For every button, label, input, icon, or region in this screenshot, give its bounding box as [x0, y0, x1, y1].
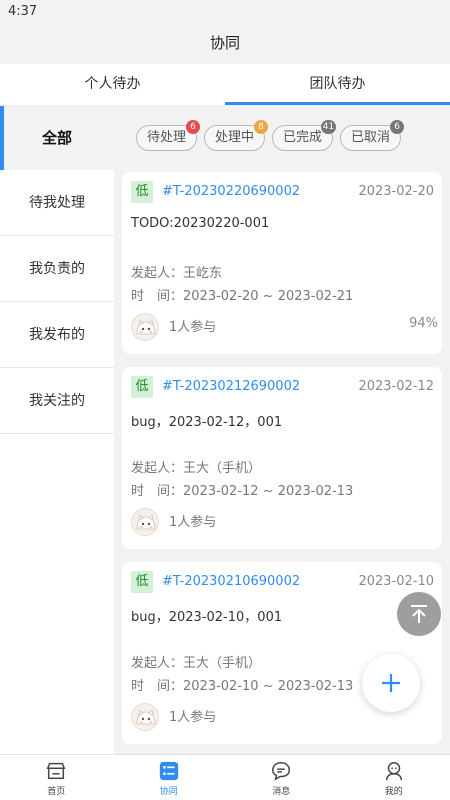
back-to-top-button[interactable]	[397, 592, 441, 636]
sidebar: 全部 待我处理 我负责的 我发布的 我关注的	[0, 106, 114, 754]
nav-label: 首页	[47, 787, 66, 797]
sidebar-item-published[interactable]: 我发布的	[0, 302, 114, 368]
task-time-range: 时 间：2023-02-12 ~ 2023-02-13	[131, 484, 354, 499]
filter-cancelled[interactable]: 已取消 6	[340, 120, 405, 151]
status-time: 4:37	[8, 4, 38, 19]
nav-home[interactable]: 首页	[0, 755, 113, 800]
task-initiator: 发起人：王屹东	[131, 266, 223, 281]
participant-count: 1人参与	[169, 320, 217, 335]
task-number-link[interactable]: #T-20230210690002	[162, 574, 300, 589]
progress-percent: 94%	[409, 316, 438, 331]
tab-team-todo[interactable]: 团队待办	[225, 64, 450, 105]
nav-label: 协同	[159, 787, 178, 797]
add-task-button[interactable]	[362, 654, 420, 712]
top-tabs: 个人待办 团队待办	[0, 64, 450, 106]
bottom-nav: 首页 协同 消息 我的	[0, 754, 450, 800]
count-badge: 6	[186, 120, 201, 134]
priority-badge: 低	[131, 571, 153, 593]
nav-collab[interactable]: 协同	[113, 755, 226, 800]
count-badge: 41	[320, 120, 337, 134]
count-badge: 6	[390, 120, 405, 134]
task-number-link[interactable]: #T-20230212690002	[162, 379, 300, 394]
cat-avatar-icon	[132, 509, 158, 535]
chat-bubble-icon	[272, 762, 291, 781]
task-card[interactable]: 低 #T-20230220690002 2023-02-20 TODO:2023…	[122, 172, 442, 354]
task-date: 2023-02-20	[358, 184, 434, 199]
nav-messages[interactable]: 消息	[225, 755, 338, 800]
task-initiator: 发起人：王大（手机）	[131, 461, 262, 476]
sidebar-item-responsible[interactable]: 我负责的	[0, 236, 114, 302]
sidebar-item-all[interactable]: 全部	[0, 106, 114, 170]
sidebar-list: 待我处理 我负责的 我发布的 我关注的	[0, 170, 114, 434]
task-title: bug，2023-02-10，001	[131, 610, 283, 625]
filter-label: 处理中	[215, 130, 255, 145]
participant-count: 1人参与	[169, 710, 217, 725]
participant-count: 1人参与	[169, 515, 217, 530]
task-date: 2023-02-10	[358, 574, 434, 589]
task-initiator: 发起人：王大（手机）	[131, 656, 262, 671]
arrow-up-to-top-icon	[411, 605, 427, 623]
filter-label: 已完成	[283, 130, 323, 145]
task-title: TODO:20230220-001	[131, 216, 270, 231]
nav-label: 消息	[272, 787, 291, 797]
sidebar-item-following[interactable]: 我关注的	[0, 368, 114, 434]
avatar	[131, 313, 159, 341]
status-filter-bar: 待处理 6 处理中 8 已完成 41 已取消 6	[114, 106, 450, 170]
task-number-link[interactable]: #T-20230220690002	[162, 184, 300, 199]
store-icon	[46, 762, 66, 780]
user-icon	[385, 762, 402, 781]
tab-personal-todo[interactable]: 个人待办	[0, 64, 225, 105]
filter-label: 待处理	[147, 130, 187, 145]
task-card[interactable]: 低 #T-20230210690002 2023-02-10 bug，2023-…	[122, 562, 442, 744]
cat-avatar-icon	[132, 704, 158, 730]
task-title: bug，2023-02-12，001	[131, 415, 283, 430]
nav-profile[interactable]: 我的	[338, 755, 450, 800]
filter-label: 已取消	[351, 130, 391, 145]
sidebar-item-pending-me[interactable]: 待我处理	[0, 170, 114, 236]
avatar	[131, 703, 159, 731]
task-time-range: 时 间：2023-02-20 ~ 2023-02-21	[131, 289, 354, 304]
count-badge: 8	[254, 120, 269, 134]
task-date: 2023-02-12	[358, 379, 434, 394]
sidebar-empty-area	[0, 434, 114, 754]
priority-badge: 低	[131, 181, 153, 203]
filter-pending[interactable]: 待处理 6	[136, 120, 201, 151]
filter-completed[interactable]: 已完成 41	[272, 120, 337, 151]
priority-badge: 低	[131, 376, 153, 398]
avatar	[131, 508, 159, 536]
status-bar: 4:37	[0, 0, 450, 24]
task-time-range: 时 间：2023-02-10 ~ 2023-02-13	[131, 679, 354, 694]
filter-in-progress[interactable]: 处理中 8	[204, 120, 269, 151]
nav-label: 我的	[384, 787, 403, 797]
plus-icon	[382, 674, 400, 692]
checklist-icon	[159, 761, 178, 781]
cat-avatar-icon	[132, 314, 158, 340]
task-card[interactable]: 低 #T-20230212690002 2023-02-12 bug，2023-…	[122, 367, 442, 549]
page-title: 协同	[0, 24, 450, 64]
